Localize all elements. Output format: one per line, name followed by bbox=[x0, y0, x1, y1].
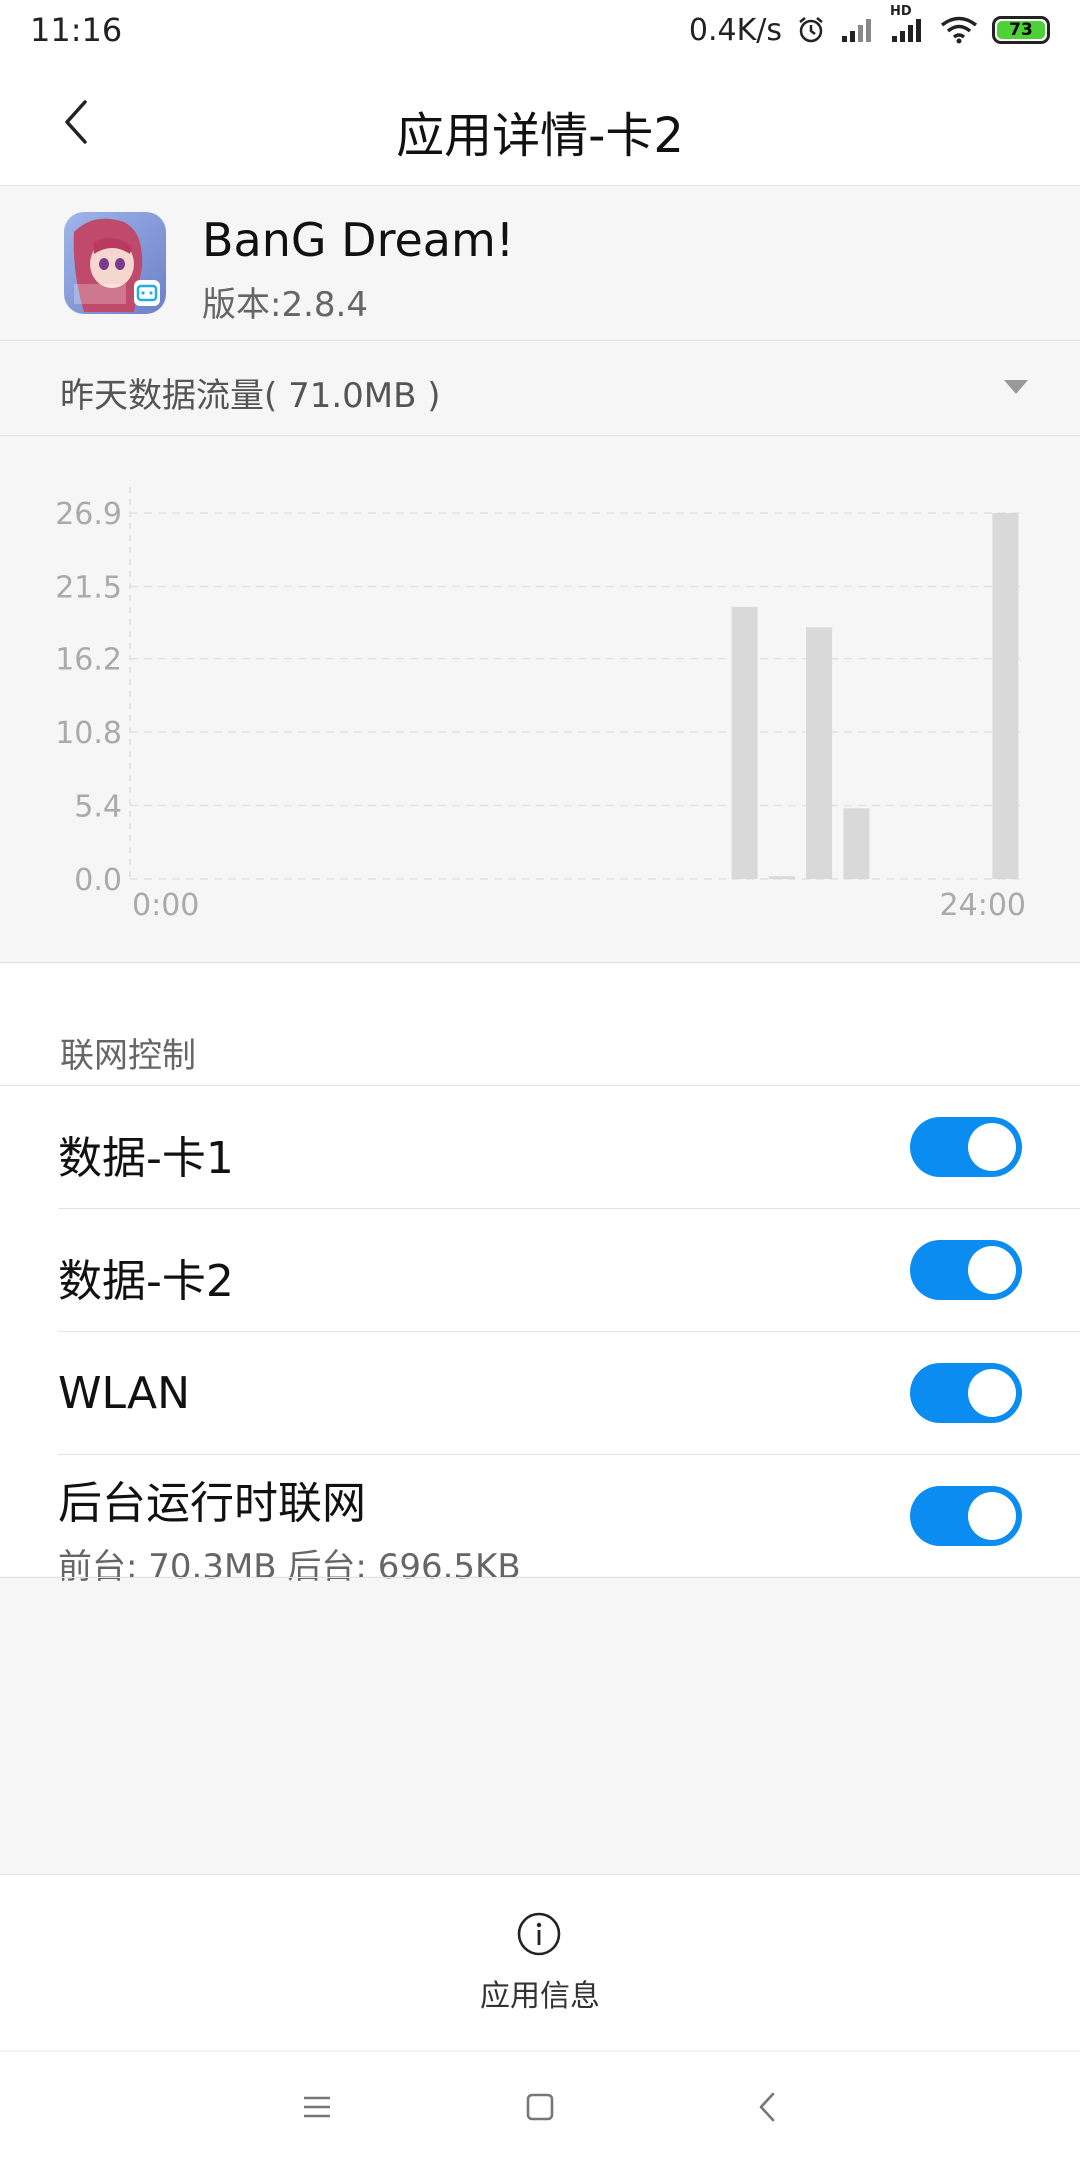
row-wlan: WLAN bbox=[0, 1332, 1080, 1455]
status-bar: 11:16 0.4K/s HD 73 bbox=[0, 0, 1080, 60]
traffic-chart: 26.9 21.5 16.2 10.8 5.4 0.0 0:00 24:00 bbox=[0, 437, 1080, 963]
x-tick-label: 0:00 bbox=[132, 888, 199, 923]
chart-bar bbox=[992, 513, 1019, 879]
chart-bar bbox=[806, 627, 833, 879]
row-sublabel: 前台: 70.3MB 后台: 696.5KB bbox=[58, 1547, 521, 1587]
menu-button[interactable] bbox=[292, 2082, 342, 2132]
net-speed: 0.4K/s bbox=[688, 12, 782, 48]
home-button[interactable] bbox=[515, 2082, 565, 2132]
network-control-section: 联网控制 数据-卡1 数据-卡2 WLAN 后台运行时联网 前台: 70.3MB… bbox=[0, 964, 1080, 1587]
toggle-data-sim2[interactable] bbox=[910, 1240, 1022, 1300]
nav-back-button[interactable] bbox=[742, 2082, 792, 2132]
info-icon bbox=[517, 1912, 561, 1956]
chart-bar bbox=[768, 876, 795, 879]
section-title: 联网控制 bbox=[60, 1036, 196, 1076]
header: 应用详情-卡2 bbox=[0, 60, 1080, 186]
app-info-label: 应用信息 bbox=[480, 1979, 600, 2014]
row-label: WLAN bbox=[58, 1368, 191, 1419]
menu-icon bbox=[304, 2096, 330, 2118]
row-data-sim1: 数据-卡1 bbox=[0, 1086, 1080, 1209]
toggle-wlan[interactable] bbox=[910, 1363, 1022, 1423]
y-tick-label: 21.5 bbox=[55, 570, 122, 605]
period-label: 昨天数据流量( 71.0MB ) bbox=[60, 376, 441, 416]
status-time: 11:16 bbox=[30, 11, 123, 49]
y-tick-label: 10.8 bbox=[55, 716, 122, 751]
toggle-knob bbox=[968, 1123, 1016, 1171]
app-name: BanG Dream! bbox=[202, 213, 515, 267]
row-label: 后台运行时联网 bbox=[58, 1478, 366, 1529]
y-tick-label: 16.2 bbox=[55, 643, 122, 678]
y-tick-label: 26.9 bbox=[55, 497, 122, 532]
row-label: 数据-卡2 bbox=[58, 1256, 234, 1307]
app-info-row: BanG Dream! 版本:2.8.4 bbox=[0, 187, 1080, 341]
toggle-data-sim1[interactable] bbox=[910, 1117, 1022, 1177]
period-selector[interactable]: 昨天数据流量( 71.0MB ) bbox=[0, 342, 1080, 436]
triangle-down-icon bbox=[1004, 380, 1028, 394]
hd-label: HD bbox=[890, 4, 912, 19]
row-background-network: 后台运行时联网 前台: 70.3MB 后台: 696.5KB bbox=[0, 1455, 1080, 1587]
toggle-knob bbox=[968, 1369, 1016, 1417]
chart-bar bbox=[731, 606, 758, 879]
wifi-icon bbox=[940, 16, 978, 44]
alarm-icon bbox=[796, 15, 826, 45]
traffic-chart-svg: 26.9 21.5 16.2 10.8 5.4 0.0 0:00 24:00 bbox=[55, 487, 1026, 923]
x-tick-label: 24:00 bbox=[940, 888, 1026, 923]
row-data-sim2: 数据-卡2 bbox=[0, 1209, 1080, 1332]
toggle-background-network[interactable] bbox=[910, 1486, 1022, 1546]
status-right: 0.4K/s HD 73 bbox=[688, 4, 1050, 48]
home-icon bbox=[526, 2093, 554, 2121]
signal-hd-icon: HD bbox=[890, 4, 926, 44]
toggle-knob bbox=[968, 1246, 1016, 1294]
app-info-button[interactable]: 应用信息 bbox=[0, 1874, 1080, 2050]
back-icon bbox=[759, 2092, 775, 2122]
divider bbox=[0, 1577, 1080, 1578]
app-detail-screen: 11:16 0.4K/s HD 73 应用详情-卡2 BanG Dream! 版… bbox=[0, 0, 1080, 2160]
navigation-bar bbox=[0, 2051, 1080, 2160]
y-tick-label: 0.0 bbox=[74, 863, 122, 898]
signal-icon bbox=[840, 16, 876, 44]
toggle-knob bbox=[968, 1492, 1016, 1540]
row-label: 数据-卡1 bbox=[58, 1133, 234, 1184]
battery-level: 73 bbox=[997, 20, 1045, 40]
y-tick-label: 5.4 bbox=[74, 790, 122, 825]
app-version: 版本:2.8.4 bbox=[202, 285, 368, 325]
app-icon bbox=[64, 212, 166, 314]
chart-bar bbox=[843, 808, 870, 879]
battery-icon: 73 bbox=[992, 16, 1050, 44]
page-title: 应用详情-卡2 bbox=[396, 108, 684, 164]
